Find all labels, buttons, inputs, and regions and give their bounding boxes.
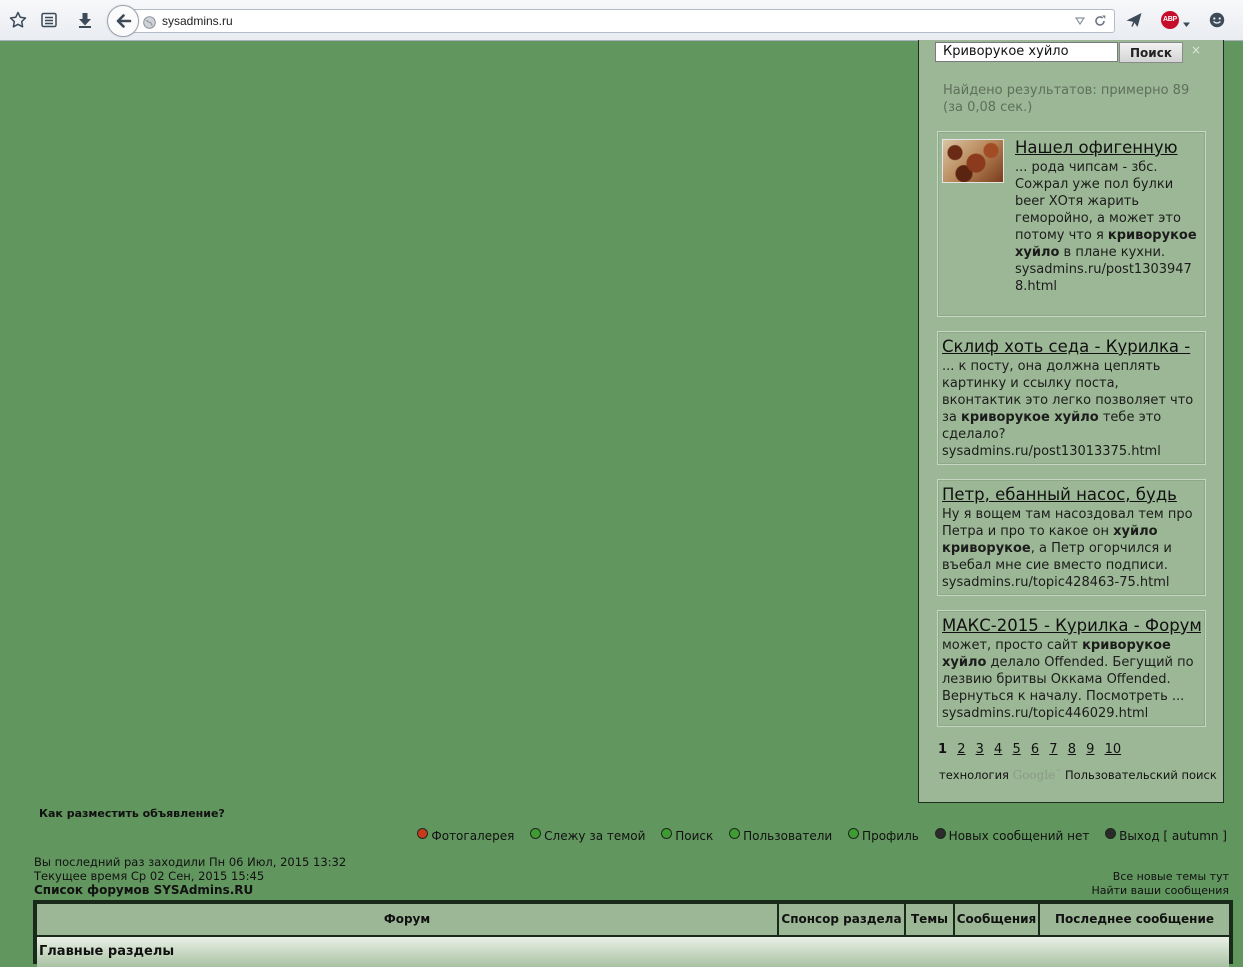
menu-new-messages[interactable]: Новых сообщений нет (934, 828, 1090, 843)
url-text: sysadmins.ru (162, 14, 233, 28)
forum-table: Форум Спонсор раздела Темы Сообщения Пос… (33, 900, 1233, 967)
result-snippet: ... к посту, она должна цеплять картинку… (942, 358, 1201, 443)
menu-label: Слежу за темой (544, 829, 646, 843)
chat-smiley-icon[interactable] (1208, 11, 1226, 29)
send-page-icon[interactable] (1125, 11, 1143, 29)
result-url: sysadmins.ru/post13013375.html (942, 444, 1161, 459)
result-thumbnail[interactable] (942, 139, 1004, 183)
page-link[interactable]: 6 (1031, 742, 1039, 757)
globe-icon (143, 14, 156, 33)
column-header-last-post: Последнее сообщение (1040, 904, 1229, 935)
google-logo[interactable]: Google (1013, 768, 1056, 782)
page-link[interactable]: 10 (1105, 742, 1122, 757)
snippet-text: в плане кухни. (1059, 245, 1166, 260)
menu-label: Профиль (862, 829, 919, 843)
find-your-posts-link[interactable]: Найти ваши сообщения (1091, 884, 1229, 897)
dropdown-arrow-icon[interactable] (1074, 13, 1086, 32)
result-stats: Найдено результатов: примерно 89 (за 0,0… (943, 83, 1190, 115)
menu-label: Выход [ autumn ] (1119, 829, 1227, 843)
menu-label: Фотогалерея (431, 829, 515, 843)
result-snippet: может, просто сайт криворукое хуйло дела… (942, 637, 1201, 705)
menu-label: Пользователи (743, 829, 833, 843)
result-title-link[interactable]: Петр, ебанный насос, будь (942, 485, 1201, 505)
page-link[interactable]: 3 (976, 742, 984, 757)
column-header-topics: Темы (906, 904, 953, 935)
back-arrow-icon (116, 14, 132, 28)
search-result: Нашел офигенную ... рода чипсам - збс. С… (937, 131, 1206, 317)
downloads-icon[interactable] (76, 11, 94, 29)
column-header-forum: Форум (37, 904, 777, 935)
search-input[interactable] (935, 42, 1118, 62)
photogallery-icon (417, 828, 429, 839)
menu-logout[interactable]: Выход [ autumn ] (1105, 828, 1227, 843)
menu-watched-topics[interactable]: Слежу за темой (530, 828, 646, 843)
reload-icon[interactable] (1093, 13, 1107, 32)
page-link[interactable]: 7 (1049, 742, 1057, 757)
result-snippet: Ну я вощем там насоздовал тем про Петра … (942, 506, 1201, 574)
page-link[interactable]: 2 (957, 742, 965, 757)
result-snippet: ... рода чипсам - збс. Сожрал уже пол бу… (1015, 159, 1201, 261)
page-link[interactable]: 5 (1012, 742, 1020, 757)
menu-users[interactable]: Пользователи (729, 828, 833, 843)
url-bar[interactable]: sysadmins.ru (134, 9, 1115, 33)
watch-icon (530, 828, 542, 839)
profile-icon (848, 828, 860, 839)
menu-label: Поиск (675, 829, 714, 843)
snippet-highlight: криворукое хуйло (961, 410, 1099, 425)
bookmark-star-icon[interactable] (9, 11, 27, 29)
search-result: МАКС-2015 - Курилка - Форум может, прост… (937, 610, 1206, 727)
forum-index-link[interactable]: Список форумов SYSAdmins.RU (34, 883, 253, 897)
back-button[interactable] (107, 5, 139, 37)
menu-search[interactable]: Поиск (661, 828, 714, 843)
all-new-topics-link[interactable]: Все новые темы тут (1113, 870, 1229, 883)
result-url: sysadmins.ru/topic446029.html (942, 706, 1149, 721)
search-branding: технология Google™ Пользовательский поис… (939, 768, 1217, 782)
result-url: sysadmins.ru/topic428463-75.html (942, 575, 1170, 590)
users-icon (729, 828, 741, 839)
page-link[interactable]: 4 (994, 742, 1002, 757)
menu-profile[interactable]: Профиль (848, 828, 919, 843)
category-title[interactable]: Главные разделы (39, 944, 174, 959)
page-link[interactable]: 8 (1068, 742, 1076, 757)
column-header-sponsor: Спонсор раздела (779, 904, 904, 935)
adblock-plus-icon[interactable]: ABP (1161, 11, 1179, 29)
result-title-link[interactable]: Склиф хоть седа - Курилка - (942, 337, 1201, 357)
search-button[interactable]: Поиск (1119, 42, 1183, 63)
search-result: Склиф хоть седа - Курилка - ... к посту,… (937, 331, 1206, 465)
snippet-text: может, просто сайт (942, 638, 1083, 653)
branding-prefix: технология (939, 768, 1009, 782)
close-icon[interactable]: × (1191, 43, 1201, 57)
bookmarks-menu-icon[interactable] (40, 11, 58, 29)
branding-suffix: Пользовательский поиск (1064, 768, 1217, 782)
page-link[interactable]: 9 (1086, 742, 1094, 757)
browser-toolbar: sysadmins.ru ABP (0, 0, 1243, 41)
forum-menu: Фотогалерея Слежу за темой Поиск Пользов… (405, 828, 1227, 843)
ad-placement-link[interactable]: Как разместить объявление? (39, 807, 225, 820)
column-header-posts: Сообщения (955, 904, 1038, 935)
search-icon (661, 828, 673, 839)
messages-icon (934, 828, 946, 839)
logout-icon (1105, 828, 1117, 839)
menu-label: Новых сообщений нет (948, 829, 1090, 843)
menu-photogallery[interactable]: Фотогалерея (417, 828, 515, 843)
pagination: 1 2 3 4 5 6 7 8 9 10 (938, 742, 1127, 757)
result-url: sysadmins.ru/post13039478.html (1015, 262, 1192, 294)
result-title-link[interactable]: МАКС-2015 - Курилка - Форум (942, 616, 1201, 636)
search-result: Петр, ебанный насос, будь Ну я вощем там… (937, 479, 1206, 596)
result-title-link[interactable]: Нашел офигенную (1015, 138, 1201, 158)
page-current: 1 (938, 742, 948, 757)
last-visit-text: Вы последний раз заходили Пн 06 Июл, 201… (34, 855, 347, 869)
category-row: Главные разделы (37, 937, 1229, 967)
chevron-down-icon[interactable] (1182, 14, 1191, 33)
search-results-panel: Поиск × Найдено результатов: примерно 89… (918, 40, 1224, 803)
current-time-text: Текущее время Ср 02 Сен, 2015 15:45 (34, 869, 265, 883)
